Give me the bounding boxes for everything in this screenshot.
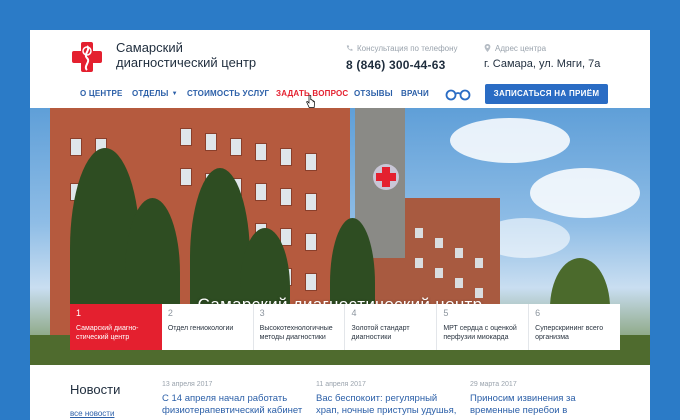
slider-tab-number: 1: [76, 308, 82, 318]
nav-item-departments[interactable]: ОТДЕЛЫ ▼: [132, 89, 178, 98]
news-item[interactable]: 29 марта 2017 Приносим извинения за врем…: [470, 381, 615, 417]
news-item[interactable]: 13 апреля 2017 С 14 апреля начал работат…: [162, 381, 307, 417]
slider-tab-number: 6: [535, 308, 541, 318]
address-text: г. Самара, ул. Мяги, 7а: [484, 58, 601, 70]
slider-tab-label: Отдел гениокологии: [167, 325, 234, 332]
news-date: 29 марта 2017: [470, 381, 517, 388]
header: Самарский диагностический центр Консульт…: [30, 30, 650, 78]
slider-tab[interactable]: 4 Золотой стандарт диагностики: [345, 304, 438, 350]
news-item[interactable]: 11 апреля 2017 Вас беспокоит: регулярный…: [316, 381, 461, 417]
slider-tab-label: МРТ сердца с оценкой перфузии миокарда: [443, 325, 517, 341]
brand-name-line1: Самарский: [116, 40, 183, 55]
nav-item-label: СТОИМОСТЬ УСЛУГ: [187, 89, 270, 98]
nav-item-reviews[interactable]: ОТЗЫВЫ: [354, 89, 393, 98]
building-emblem-icon: [372, 163, 400, 191]
slider-tab[interactable]: 2 Отдел гениокологии: [161, 304, 254, 350]
news-section: Новости все новости 13 апреля 2017 С 14 …: [30, 365, 650, 420]
slider-tab[interactable]: 5 МРТ сердца с оценкой перфузии миокарда: [437, 304, 530, 350]
glasses-icon[interactable]: [445, 88, 471, 101]
phone-block: Консультация по телефону 8 (846) 300-44-…: [346, 43, 458, 73]
hero-cloud: [530, 168, 640, 218]
address-block: Адрес центра г. Самара, ул. Мяги, 7а: [484, 43, 601, 71]
phone-caption: Консультация по телефону: [346, 43, 458, 53]
brand-name[interactable]: Самарский диагностический центр: [116, 40, 256, 70]
nav-item-label: О ЦЕНТРЕ: [80, 89, 123, 98]
news-headline[interactable]: Вас беспокоит: регулярный храп, ночные п…: [316, 393, 461, 417]
slider-tab-label: Суперскрининг всего организма: [535, 325, 604, 341]
slider-tab-label: Золотой стандарт диагностики: [351, 325, 410, 341]
slider-tab[interactable]: 6 Суперскрининг всего организма: [529, 304, 620, 350]
news-date: 11 апреля 2017: [316, 381, 366, 388]
slider-tab[interactable]: 3 Высокотехнологичные методы диагностики: [253, 304, 346, 350]
page: Самарский диагностический центр Консульт…: [30, 30, 650, 420]
nav-item-prices[interactable]: СТОИМОСТЬ УСЛУГ: [187, 89, 269, 98]
address-caption: Адрес центра: [484, 43, 600, 53]
logo-icon[interactable]: [70, 40, 104, 74]
hero-cloud: [450, 118, 570, 163]
slider-tab-number: 3: [259, 308, 265, 318]
phone-icon: [346, 45, 353, 51]
main-nav: О ЦЕНТРЕ ОТДЕЛЫ ▼ СТОИМОСТЬ УСЛУГ ЗАДАТЬ …: [30, 80, 650, 108]
phone-number[interactable]: 8 (846) 300-44-63: [346, 58, 458, 72]
slider-tab-label: Высокотехнологичные методы диагностики: [259, 325, 333, 341]
address-caption-text: Адрес центра: [495, 43, 547, 53]
slider-tab[interactable]: 1 Самарский диагно-стический центр: [70, 304, 162, 350]
phone-caption-text: Консультация по телефону: [357, 43, 458, 53]
slider-tab-label: Самарский диагно-стический центр: [76, 325, 139, 341]
slider-tab-number: 2: [167, 308, 173, 318]
news-date: 13 апреля 2017: [162, 381, 213, 388]
nav-item-about[interactable]: О ЦЕНТРЕ: [80, 89, 123, 98]
book-appointment-button[interactable]: ЗАПИСАТЬСЯ НА ПРИЁМ: [485, 84, 608, 104]
mouse-cursor-icon: [306, 94, 315, 108]
news-headline[interactable]: Приносим извинения за временные перебои …: [470, 393, 615, 417]
nav-item-label: ВРАЧИ: [401, 89, 429, 98]
nav-item-label: ОТЗЫВЫ: [354, 89, 393, 98]
slider-tabs: 1 Самарский диагно-стический центр 2 Отд…: [70, 304, 620, 350]
news-headline[interactable]: С 14 апреля начал работать физиотерапевт…: [162, 393, 307, 417]
chevron-down-icon: ▼: [171, 91, 178, 97]
news-title: Новости: [70, 382, 121, 397]
location-pin-icon: [484, 44, 491, 52]
slider-tab-number: 4: [351, 308, 357, 318]
slider-tab-number: 5: [443, 308, 449, 318]
brand-name-line2: диагностический центр: [116, 55, 257, 70]
nav-item-doctors[interactable]: ВРАЧИ: [401, 89, 429, 98]
all-news-link[interactable]: все новости: [70, 409, 114, 418]
nav-item-label: ОТДЕЛЫ: [132, 89, 169, 98]
